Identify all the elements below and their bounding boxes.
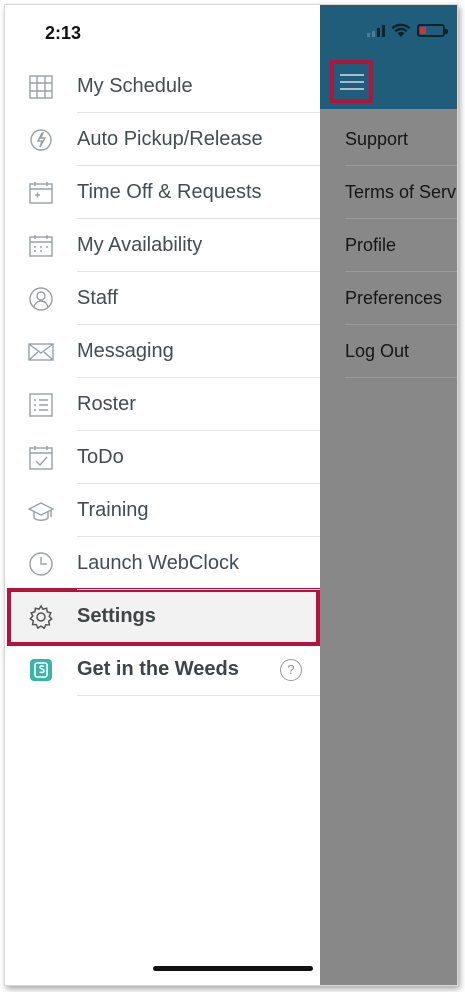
staff-person-icon (28, 286, 54, 312)
navigation-drawer: 2:13 My Schedule Auto Pickup/Release Tim… (5, 5, 320, 985)
overlay-item-label: Log Out (345, 340, 410, 361)
menu-item-label: Messaging (77, 340, 174, 362)
overlay-item-terms[interactable]: Terms of Service (345, 166, 457, 219)
envelope-icon (28, 339, 54, 365)
menu-item-label: Launch WebClock (77, 552, 239, 574)
clock-icon (28, 551, 54, 577)
menu-item-settings[interactable]: Settings (5, 590, 320, 643)
overlay-item-preferences[interactable]: Preferences (345, 272, 457, 325)
menu-item-label: Roster (77, 393, 136, 415)
menu-item-label: Time Off & Requests (77, 181, 262, 203)
battery-icon (417, 24, 448, 37)
help-icon[interactable]: ? (280, 658, 302, 681)
divider (77, 695, 320, 696)
menu-item-label: ToDo (77, 446, 124, 468)
menu-item-label: My Schedule (77, 75, 193, 97)
menu-item-my-availability[interactable]: My Availability (5, 219, 320, 272)
time-off-icon (28, 180, 54, 206)
overlay-item-label: Profile (345, 234, 397, 255)
menu-item-label: Auto Pickup/Release (77, 128, 263, 150)
menu-item-label: Settings (77, 605, 156, 627)
overlay-item-label: Preferences (345, 287, 443, 308)
status-icons (367, 23, 448, 38)
overlay-panel[interactable]: Support Terms of Service Profile Prefere… (320, 5, 457, 985)
overlay-item-profile[interactable]: Profile (345, 219, 457, 272)
signal-icon (367, 24, 385, 37)
list-icon (28, 392, 54, 418)
menu-item-staff[interactable]: Staff (5, 272, 320, 325)
gear-icon (28, 604, 54, 630)
menu-item-todo[interactable]: ToDo (5, 431, 320, 484)
auto-pickup-icon (28, 127, 54, 153)
overlay-item-label: Support (345, 128, 409, 149)
menu-item-auto-pickup[interactable]: Auto Pickup/Release (5, 113, 320, 166)
calendar-grid-icon (28, 74, 54, 100)
todo-check-icon (28, 445, 54, 471)
menu-item-label: Staff (77, 287, 118, 309)
overlay-menu: Support Terms of Service Profile Prefere… (345, 113, 457, 378)
hamburger-menu-button[interactable] (330, 60, 373, 103)
home-indicator (153, 966, 313, 971)
menu-item-messaging[interactable]: Messaging (5, 325, 320, 378)
drawer-menu: My Schedule Auto Pickup/Release Time Off… (5, 60, 320, 696)
menu-item-get-in-the-weeds[interactable]: Get in the Weeds ? (5, 643, 320, 696)
weeds-logo-icon (28, 657, 54, 683)
menu-item-label: Training (77, 499, 149, 521)
app-frame: Support Terms of Service Profile Prefere… (4, 4, 458, 986)
graduation-cap-icon (28, 498, 54, 524)
menu-item-roster[interactable]: Roster (5, 378, 320, 431)
menu-item-time-off[interactable]: Time Off & Requests (5, 166, 320, 219)
availability-calendar-icon (28, 233, 54, 259)
menu-item-label: My Availability (77, 234, 203, 256)
overlay-item-support[interactable]: Support (345, 113, 457, 166)
status-time: 2:13 (45, 23, 82, 43)
menu-item-my-schedule[interactable]: My Schedule (5, 60, 320, 113)
overlay-item-label: Terms of Service (345, 181, 457, 202)
wifi-icon (391, 23, 411, 37)
menu-item-training[interactable]: Training (5, 484, 320, 537)
menu-item-label: Get in the Weeds (77, 658, 239, 680)
overlay-item-logout[interactable]: Log Out (345, 325, 457, 378)
overlay-header (320, 5, 457, 109)
menu-item-launch-webclock[interactable]: Launch WebClock (5, 537, 320, 590)
